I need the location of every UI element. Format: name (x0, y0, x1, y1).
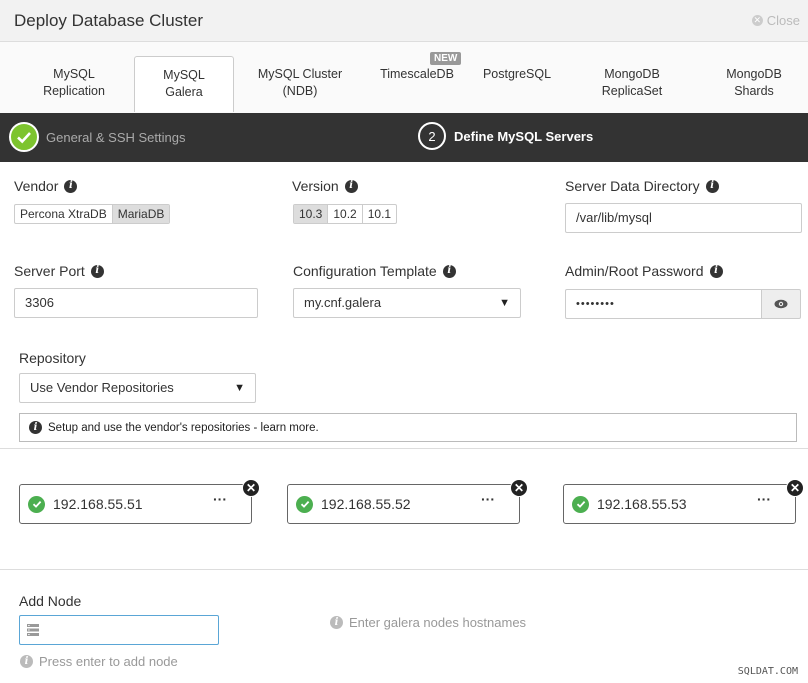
close-icon: ✕ (751, 15, 763, 26)
info-icon[interactable]: i (709, 264, 723, 278)
tab-label: MySQL (53, 67, 95, 81)
tab-label: MySQL Cluster (257, 67, 343, 81)
node-card: 192.168.55.51 ··· ✕ (19, 479, 260, 524)
step-define-servers: 2 Define MySQL Servers (418, 122, 593, 150)
repository-note-text: Setup and use the vendor's repositories … (48, 421, 319, 434)
more-icon[interactable]: ··· (757, 491, 771, 507)
dialog-title: Deploy Database Cluster (14, 11, 203, 30)
tab-label: Shards (734, 84, 774, 98)
more-icon[interactable]: ··· (481, 491, 495, 507)
node-card: 192.168.55.52 ··· ✕ (287, 479, 528, 524)
vendor-selector: Percona XtraDB MariaDB (14, 204, 171, 224)
check-icon (296, 495, 313, 513)
watermark: SQLDAT.COM (737, 666, 798, 677)
node-ip: 192.168.55.52 (321, 496, 411, 512)
tab-label: MongoDB (726, 67, 782, 81)
tab-mongodb-shards[interactable]: MongoDB Shards (712, 56, 796, 112)
info-icon: i (29, 421, 42, 434)
node-ip: 192.168.55.51 (53, 496, 143, 512)
chevron-down-icon: ▼ (499, 297, 510, 309)
server-icon (27, 624, 39, 636)
vendor-option-percona[interactable]: Percona XtraDB (15, 205, 113, 223)
info-icon[interactable]: i (442, 264, 456, 278)
eye-icon (774, 299, 788, 309)
port-label: Server Port i (14, 263, 104, 279)
version-option-10-1[interactable]: 10.1 (363, 205, 396, 223)
info-icon[interactable]: i (64, 179, 78, 193)
config-template-label-text: Configuration Template (293, 263, 437, 279)
info-icon[interactable]: i (705, 179, 719, 193)
vendor-label-text: Vendor (14, 178, 59, 194)
info-icon: i (20, 655, 33, 668)
tab-mysql-cluster-ndb[interactable]: MySQL Cluster (NDB) (248, 56, 352, 112)
tab-label: MongoDB (604, 67, 660, 81)
vendor-label: Vendor i (14, 178, 78, 194)
db-type-tabs: MySQL Replication MySQL Galera MySQL Clu… (0, 42, 808, 113)
repository-select[interactable]: Use Vendor Repositories ▼ (19, 373, 256, 403)
config-template-label: Configuration Template i (293, 263, 456, 279)
tab-label: TimescaleDB (380, 67, 454, 81)
vendor-option-mariadb[interactable]: MariaDB (112, 205, 170, 223)
step-general-ssh[interactable]: General & SSH Settings (9, 122, 185, 152)
step-label: General & SSH Settings (46, 129, 186, 145)
version-label: Version i (292, 178, 358, 194)
check-icon (28, 495, 45, 513)
remove-node-icon[interactable]: ✕ (510, 479, 528, 497)
port-input[interactable]: 3306 (14, 288, 258, 318)
divider (0, 448, 808, 449)
config-template-select[interactable]: my.cnf.galera ▼ (293, 288, 521, 318)
tab-label: MySQL (163, 68, 205, 82)
data-dir-label-text: Server Data Directory (565, 178, 700, 194)
data-dir-input[interactable]: /var/lib/mysql (565, 203, 802, 233)
data-dir-label: Server Data Directory i (565, 178, 719, 194)
add-node-input[interactable] (19, 615, 219, 645)
step-number: 2 (418, 122, 446, 150)
show-password-button[interactable] (761, 289, 801, 319)
password-input[interactable]: •••••••• (565, 289, 762, 319)
repository-value: Use Vendor Repositories (30, 380, 174, 395)
repository-note: i Setup and use the vendor's repositorie… (19, 413, 797, 442)
tab-mysql-galera[interactable]: MySQL Galera (134, 56, 234, 112)
tab-label: Galera (165, 85, 203, 99)
tab-mongodb-replicaset[interactable]: MongoDB ReplicaSet (582, 56, 682, 112)
version-option-10-2[interactable]: 10.2 (328, 205, 363, 223)
add-node-label: Add Node (19, 593, 82, 609)
add-node-hint-text: Enter galera nodes hostnames (349, 615, 527, 630)
add-node-hint: i Enter galera nodes hostnames (330, 615, 526, 630)
info-icon[interactable]: i (90, 264, 104, 278)
repository-label: Repository (19, 350, 86, 366)
tab-label: (NDB) (282, 84, 318, 98)
version-label-text: Version (292, 178, 339, 194)
config-template-value: my.cnf.galera (304, 295, 382, 310)
node-card: 192.168.55.53 ··· ✕ (563, 479, 804, 524)
tab-label: Replication (43, 84, 105, 98)
dialog-header: Deploy Database Cluster ✕ Close (0, 0, 808, 42)
version-selector: 10.3 10.2 10.1 (293, 204, 398, 224)
divider (0, 569, 808, 570)
add-node-help-text: Press enter to add node (39, 654, 178, 669)
close-label: Close (766, 13, 800, 28)
tab-mysql-replication[interactable]: MySQL Replication (20, 56, 128, 112)
info-icon[interactable]: i (344, 179, 358, 193)
tab-label: PostgreSQL (482, 67, 552, 81)
info-icon: i (330, 616, 343, 629)
node-ip: 192.168.55.53 (597, 496, 687, 512)
more-icon[interactable]: ··· (213, 491, 227, 507)
wizard-steps: General & SSH Settings 2 Define MySQL Se… (0, 113, 808, 162)
version-option-10-3[interactable]: 10.3 (294, 205, 329, 223)
new-badge: NEW (430, 52, 462, 65)
check-icon (572, 495, 589, 513)
password-label: Admin/Root Password i (565, 263, 723, 279)
remove-node-icon[interactable]: ✕ (786, 479, 804, 497)
chevron-down-icon: ▼ (234, 382, 245, 394)
port-label-text: Server Port (14, 263, 85, 279)
check-icon (9, 122, 39, 152)
close-button[interactable]: ✕ Close (751, 13, 800, 28)
tab-postgresql[interactable]: PostgreSQL (472, 56, 562, 112)
step-label: Define MySQL Servers (454, 128, 594, 144)
add-node-help: i Press enter to add node (20, 654, 178, 669)
tab-label: ReplicaSet (601, 84, 663, 98)
password-label-text: Admin/Root Password (565, 263, 704, 279)
remove-node-icon[interactable]: ✕ (242, 479, 260, 497)
